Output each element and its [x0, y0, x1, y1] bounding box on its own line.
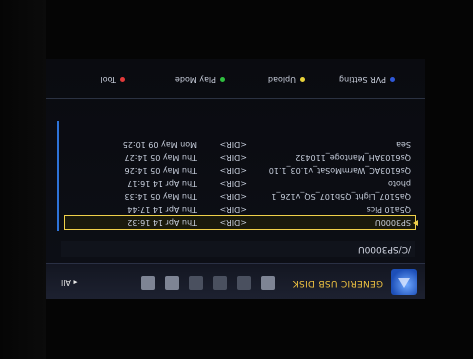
file-date: Thu May 05 14:27 — [124, 153, 197, 162]
device-title: GENERIC USB DISK — [292, 278, 383, 288]
file-name: Qs6103AC_WarmMoSat_v1.03_1.10 — [268, 166, 411, 175]
file-row[interactable]: Qs6103AH_Mantoge_110432 <DIR> Thu May 05 1… — [65, 151, 415, 164]
file-date: Mon May 09 10:25 — [122, 140, 197, 149]
file-row[interactable]: photo <DIR> Thu Apr 14 16:17 — [65, 177, 415, 190]
legend-tool: Tool — [100, 75, 125, 84]
file-row[interactable]: Qa5107_Light_Q5b107_SQ_v126_1 <DIR> Thu Ma… — [65, 190, 415, 203]
green-key-icon — [220, 77, 225, 82]
file-name: SP3000U — [374, 218, 411, 227]
file-type: <DIR> — [219, 205, 247, 214]
file-row[interactable]: Q5a10 Pics <DIR> Thu Apr 14 17:44 — [65, 203, 415, 216]
recycle-icon[interactable] — [165, 276, 179, 290]
photo-icon[interactable] — [189, 276, 203, 290]
file-type: <DIR> — [219, 153, 247, 162]
file-date: Thu May 05 14:26 — [124, 166, 197, 175]
file-list: SP3000U <DIR> Thu Apr 14 16:32 Q5a10 Pics <D… — [64, 138, 418, 230]
file-date: Thu Apr 14 16:32 — [127, 218, 197, 227]
file-date: Thu Apr 14 16:17 — [127, 179, 197, 188]
file-type: <DIR> — [219, 218, 247, 227]
file-name: Q5a10 Pics — [366, 205, 411, 214]
music-icon[interactable] — [237, 276, 251, 290]
file-type: <DIR> — [219, 140, 247, 149]
file-type: <DIR> — [219, 166, 247, 175]
usb-disk-icon — [391, 269, 417, 295]
file-row[interactable]: SP3000U <DIR> Thu Apr 14 16:32 — [64, 215, 418, 230]
filter-all[interactable]: ◂ All — [61, 278, 77, 287]
file-row[interactable]: Sea <DIR> Mon May 09 10:25 — [65, 138, 415, 151]
legend-play-mode: Play Mode — [175, 75, 225, 84]
selection-arrow-icon — [413, 220, 418, 226]
file-browser-screen: GENERIC USB DISK ◂ All /C/SP3000U SP3000… — [45, 59, 425, 299]
red-key-icon — [120, 77, 125, 82]
legend-pvr-setting: PVR Setting — [339, 75, 395, 84]
screen-bezel — [0, 0, 46, 359]
file-date: Thu May 05 14:33 — [124, 192, 197, 201]
color-key-legend: Tool Play Mode Upload PVR Setting — [45, 62, 425, 99]
file-name: Qs6103AH_Mantoge_110432 — [295, 153, 411, 162]
file-date: Thu Apr 14 17:44 — [127, 205, 197, 214]
scrollbar[interactable] — [57, 121, 59, 231]
video-icon[interactable] — [213, 276, 227, 290]
file-type: <DIR> — [219, 192, 247, 201]
yellow-key-icon — [300, 77, 305, 82]
arrow-left-icon: ◂ — [70, 278, 78, 287]
header-bar: GENERIC USB DISK ◂ All — [45, 263, 425, 299]
flipped-display: GENERIC USB DISK ◂ All /C/SP3000U SP3000… — [0, 0, 473, 359]
current-path: /C/SP3000U — [61, 241, 415, 257]
file-type: <DIR> — [219, 179, 247, 188]
tv-frame: GENERIC USB DISK ◂ All /C/SP3000U SP3000… — [0, 0, 473, 359]
file-name: Sea — [396, 140, 411, 149]
legend-upload: Upload — [268, 75, 305, 84]
phone-icon[interactable] — [141, 276, 155, 290]
blue-key-icon — [390, 77, 395, 82]
file-name: Qa5107_Light_Q5b107_SQ_v126_1 — [271, 192, 411, 201]
file-name: photo — [387, 179, 411, 188]
folder-icon[interactable] — [261, 276, 275, 290]
file-row[interactable]: Qs6103AC_WarmMoSat_v1.03_1.10 <DIR> Thu Ma… — [65, 164, 415, 177]
